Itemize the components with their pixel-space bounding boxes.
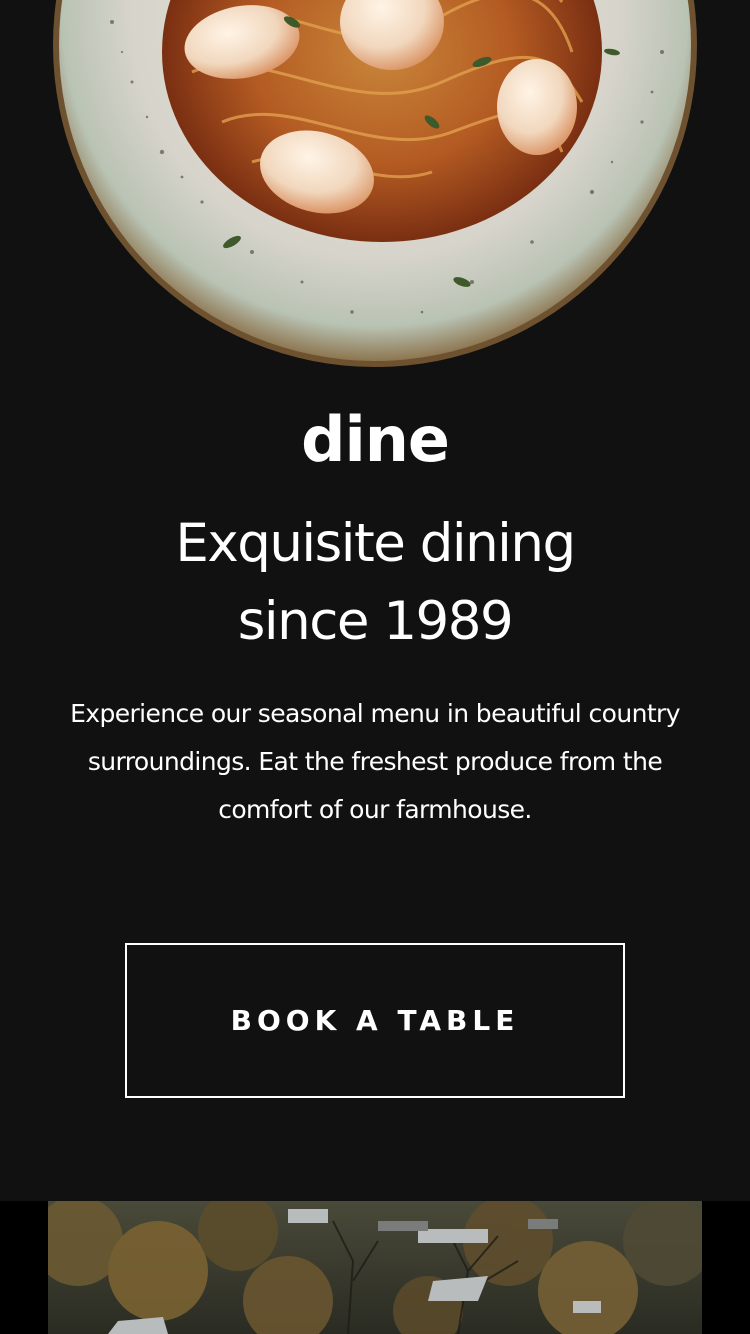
hero-section: dine Exquisite dining since 1989 Experie… <box>0 0 750 1201</box>
farmhouse-image <box>48 1201 702 1334</box>
book-a-table-button[interactable]: BOOK A TABLE <box>125 943 625 1098</box>
hero-dish-image <box>52 0 698 368</box>
hero-description: Experience our seasonal menu in beautifu… <box>40 690 710 834</box>
farmhouse-section <box>0 1201 750 1334</box>
hero-description-line-1: Experience our seasonal menu in beautifu… <box>70 699 680 728</box>
hero-description-line-2: surroundings. Eat the freshest produce f… <box>87 747 663 776</box>
hero-description-line-3: comfort of our farmhouse. <box>218 795 532 824</box>
brand-logo: dine <box>301 403 450 476</box>
hero-headline-line-1: Exquisite dining <box>175 513 576 574</box>
hero-headline: Exquisite dining since 1989 <box>0 505 750 661</box>
hero-headline-line-2: since 1989 <box>237 591 514 652</box>
